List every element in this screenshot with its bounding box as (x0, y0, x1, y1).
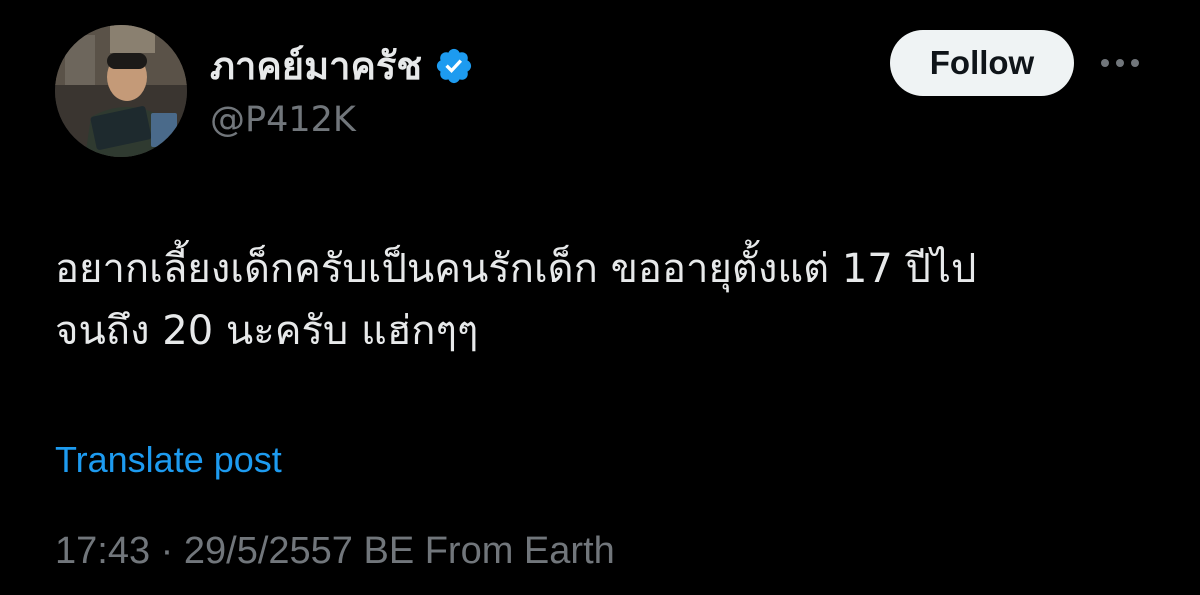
author-name-row[interactable]: ภาคย์มาครัช (210, 40, 474, 92)
translate-post-link[interactable]: Translate post (55, 436, 282, 484)
post-text-line: อยากเลี้ยงเด็กครับเป็นคนรักเด็ก ขออายุตั… (55, 246, 977, 292)
follow-button[interactable]: Follow (890, 30, 1074, 96)
more-horizontal-icon (1101, 59, 1139, 67)
post-timestamp[interactable]: 17:43 · 29/5/2557 BE From Earth (55, 526, 615, 576)
display-name[interactable]: ภาคย์มาครัช (210, 40, 422, 92)
post-text: อยากเลี้ยงเด็กครับเป็นคนรักเด็ก ขออายุตั… (55, 238, 1165, 362)
post-card: ภาคย์มาครัช @P412K Follow อยากเลี้ยงเด็ก… (0, 0, 1200, 595)
post-text-line: จนถึง 20 นะครับ แฮ่กๆๆ (55, 308, 479, 354)
verified-badge-icon (437, 48, 472, 84)
author-handle[interactable]: @P412K (210, 96, 356, 144)
more-options-button[interactable] (1095, 45, 1145, 81)
avatar-image (55, 25, 187, 157)
avatar[interactable] (55, 25, 187, 157)
